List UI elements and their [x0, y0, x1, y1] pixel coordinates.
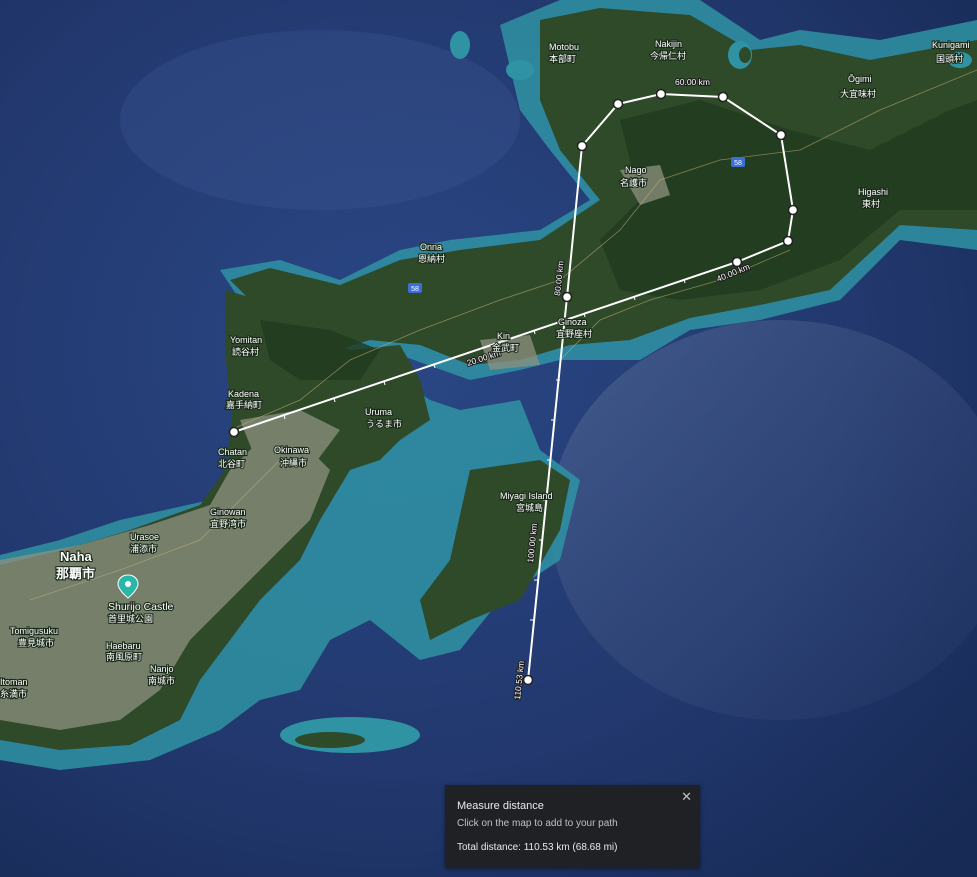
svg-text:58: 58: [411, 286, 419, 293]
place-ginoza-ja: 宜野座村: [556, 328, 592, 339]
place-nago: Nago: [625, 165, 647, 175]
place-chatan-ja: 北谷町: [218, 459, 245, 469]
place-itoman-ja: 糸満市: [0, 688, 27, 699]
place-nago-ja: 名護市: [620, 177, 647, 188]
place-motobu-ja: 本部町: [549, 53, 576, 64]
place-okinawa-ja: 沖縄市: [280, 457, 307, 468]
path-vertex[interactable]: [775, 129, 787, 141]
close-icon[interactable]: ✕: [681, 789, 692, 805]
place-itoman: Itoman: [0, 677, 28, 687]
place-nakijin: Nakijin: [655, 39, 682, 49]
place-tomigusuku-ja: 豊見城市: [18, 637, 54, 648]
place-ginowan-ja: 宜野湾市: [210, 518, 246, 529]
place-urasoe: Urasoe: [130, 532, 159, 542]
place-okinawa: Okinawa: [274, 445, 309, 455]
place-naha: Naha: [60, 549, 93, 564]
place-kadena: Kadena: [228, 389, 259, 399]
satellite-map[interactable]: 58 58 20.00 km 40.00 km 60.00 km 80.00 k…: [0, 0, 977, 877]
place-higashi: Higashi: [858, 187, 888, 197]
place-shurijo-ja: 首里城公園: [108, 613, 153, 624]
path-vertex[interactable]: [782, 235, 794, 247]
place-haebaru-ja: 南風原町: [106, 651, 142, 662]
path-vertex[interactable]: [655, 88, 667, 100]
path-vertex[interactable]: [717, 91, 729, 103]
measure-distance-panel: ✕ Measure distance Click on the map to a…: [445, 785, 700, 868]
place-onna: Onna: [420, 242, 442, 252]
path-vertex[interactable]: [612, 98, 624, 110]
place-naha-ja: 那覇市: [56, 566, 95, 581]
place-ginoza: Ginoza: [558, 317, 587, 327]
place-nanjo: Nanjo: [150, 664, 174, 674]
total-distance: Total distance: 110.53 km (68.68 mi): [457, 842, 618, 853]
place-chatan: Chatan: [218, 447, 247, 457]
place-yomitan: Yomitan: [230, 335, 262, 345]
place-kunigami-ja: 国頭村: [936, 53, 963, 64]
place-ogimi-ja: 大宜味村: [840, 88, 876, 99]
place-shurijo: Shurijo Castle: [108, 601, 174, 613]
place-miyagi-ja: 宮城島: [516, 502, 543, 513]
path-vertex[interactable]: [522, 674, 534, 686]
distance-label-60: 60.00 km: [675, 77, 710, 87]
place-uruma-ja: うるま市: [366, 418, 402, 429]
place-kunigami: Kunigami: [932, 40, 970, 50]
measure-distance-hint: Click on the map to add to your path: [457, 818, 618, 829]
place-kin-ja: 金武町: [492, 342, 519, 353]
place-kin: Kin: [497, 331, 510, 341]
place-yomitan-ja: 読谷村: [232, 346, 259, 357]
place-ginowan: Ginowan: [210, 507, 246, 517]
place-higashi-ja: 東村: [862, 198, 880, 209]
path-vertex[interactable]: [561, 291, 573, 303]
place-urasoe-ja: 浦添市: [130, 543, 157, 554]
place-onna-ja: 恩納村: [418, 253, 445, 264]
place-kadena-ja: 嘉手納町: [226, 399, 262, 410]
path-vertex[interactable]: [787, 204, 799, 216]
place-nakijin-ja: 今帰仁村: [650, 50, 686, 61]
path-vertex[interactable]: [228, 426, 240, 438]
place-motobu: Motobu: [549, 42, 579, 52]
svg-text:58: 58: [734, 160, 742, 167]
place-uruma: Uruma: [365, 407, 392, 417]
place-tomigusuku: Tomigusuku: [10, 626, 58, 636]
place-nanjo-ja: 南城市: [148, 675, 175, 686]
path-vertex[interactable]: [576, 140, 588, 152]
measure-distance-title: Measure distance: [457, 800, 544, 812]
place-miyagi: Miyagi Island: [500, 491, 553, 501]
place-haebaru: Haebaru: [106, 641, 141, 651]
place-ogimi: Ōgimi: [848, 74, 872, 84]
